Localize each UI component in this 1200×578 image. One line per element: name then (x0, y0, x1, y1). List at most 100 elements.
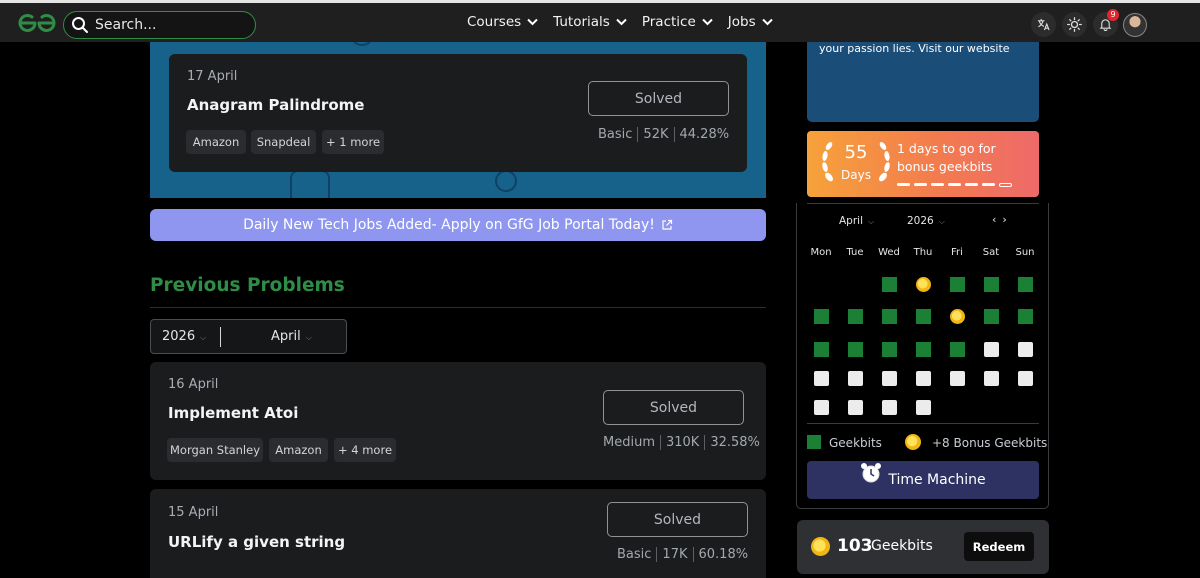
streak-days-label: Days (841, 168, 871, 182)
streak-progress-segment (897, 183, 910, 186)
notification-badge: 9 (1107, 9, 1119, 21)
geekbits-label: Geekbits (871, 538, 933, 554)
month-select[interactable]: April ⌵ (271, 329, 312, 344)
menu-tutorials[interactable]: Tutorials (553, 14, 627, 30)
chevron-left-icon[interactable]: ‹ (992, 213, 1002, 226)
calendar-day-unsolved[interactable] (882, 371, 897, 386)
problem-title[interactable]: Implement Atoi (168, 404, 298, 422)
menu-jobs[interactable]: Jobs (728, 14, 773, 30)
avatar[interactable] (1123, 13, 1147, 37)
divider (807, 203, 1039, 204)
date-filter: 2026 ⌵ April ⌵ (150, 319, 347, 354)
theme-toggle-icon[interactable] (1062, 12, 1087, 37)
problem-card[interactable]: 15 April URLify a given string Solved Ba… (150, 489, 766, 578)
more-tags[interactable]: + 1 more (322, 130, 384, 154)
solved-button[interactable]: Solved (607, 502, 748, 537)
accuracy: 60.18% (692, 547, 754, 562)
company-tag[interactable]: Morgan Stanley (167, 438, 263, 462)
calendar-day-solved[interactable] (1018, 309, 1033, 324)
calendar-year-select[interactable]: 2026 ⌵ (907, 215, 945, 227)
problem-date: 15 April (168, 505, 219, 520)
problem-title[interactable]: URLify a given string (168, 533, 345, 551)
redeem-button[interactable]: Redeem (964, 532, 1034, 561)
calendar-day-solved[interactable] (984, 309, 999, 324)
calendar-day-unsolved[interactable] (814, 371, 829, 386)
info-card[interactable]: your passion lies. Visit our website (807, 42, 1039, 122)
calendar-day-solved[interactable] (848, 309, 863, 324)
calendar-year: 2026 (907, 215, 934, 227)
more-tags[interactable]: + 4 more (334, 438, 396, 462)
calendar-day-unsolved[interactable] (814, 400, 829, 415)
time-machine-button[interactable]: Time Machine (807, 461, 1039, 499)
divider (220, 327, 221, 347)
calendar-day-unsolved[interactable] (916, 371, 931, 386)
calendar-day-solved[interactable] (882, 277, 897, 292)
calendar-day-solved[interactable] (882, 309, 897, 324)
problem-title[interactable]: Anagram Palindrome (187, 96, 364, 114)
bonus-legend-label: +8 Bonus Geekbits (932, 436, 1048, 450)
search-input[interactable]: Search... (63, 11, 256, 39)
calendar-day-solved[interactable] (950, 277, 965, 292)
geekbits-count: 103 (837, 536, 873, 556)
streak-message: 1 days to go for bonus geekbits (897, 141, 996, 174)
chevron-down-icon (616, 18, 627, 26)
calendar-day-unsolved[interactable] (848, 400, 863, 415)
calendar-panel: April ⌵ 2026 ⌵ ‹› Mon Tue Wed Thu Fri Sat Sun Ge… (796, 203, 1049, 509)
calendar-day-unsolved[interactable] (984, 371, 999, 386)
calendar-day-unsolved[interactable] (984, 342, 999, 357)
submissions: 17K (656, 547, 692, 562)
calendar-day-unsolved[interactable] (950, 371, 965, 386)
search-placeholder: Search... (95, 17, 157, 33)
company-tag[interactable]: Amazon (186, 130, 246, 154)
calendar-day-solved[interactable] (1018, 277, 1033, 292)
chevron-down-icon (761, 18, 773, 26)
calendar-day-unsolved[interactable] (916, 400, 931, 415)
menu-label: Courses (467, 14, 522, 30)
translate-icon[interactable] (1031, 12, 1056, 37)
menu-courses[interactable]: Courses (467, 14, 538, 30)
calendar-day-unsolved[interactable] (848, 371, 863, 386)
gfg-logo[interactable] (18, 13, 56, 33)
problem-date: 16 April (168, 377, 219, 392)
featured-problem-card[interactable]: 17 April Anagram Palindrome Amazon Snapd… (169, 54, 747, 172)
calendar-day-solved[interactable] (814, 342, 829, 357)
weekday-label: Wed (878, 247, 900, 258)
calendar-day-unsolved[interactable] (1018, 371, 1033, 386)
calendar-day-solved[interactable] (984, 277, 999, 292)
streak-progress-segment (948, 183, 961, 186)
weekday-label: Thu (913, 247, 933, 258)
menu-practice[interactable]: Practice (642, 14, 713, 30)
calendar-day-solved[interactable] (848, 342, 863, 357)
company-tag[interactable]: Snapdeal (251, 130, 316, 154)
calendar-day-solved[interactable] (916, 309, 931, 324)
jobs-banner[interactable]: Daily New Tech Jobs Added- Apply on GfG … (150, 209, 766, 241)
weekday-label: Fri (951, 247, 963, 258)
problem-date: 17 April (187, 69, 238, 84)
calendar-day-bonus-coin[interactable] (916, 277, 931, 292)
difficulty: Basic (617, 547, 652, 562)
calendar-month-select[interactable]: April ⌵ (839, 215, 874, 227)
calendar-day-unsolved[interactable] (882, 400, 897, 415)
calendar-day-solved[interactable] (814, 309, 829, 324)
problem-of-the-day-banner: 17 April Anagram Palindrome Amazon Snapd… (150, 42, 766, 198)
year-select[interactable]: 2026 ⌵ (162, 329, 206, 344)
menu-label: Tutorials (553, 14, 610, 30)
calendar-day-solved[interactable] (950, 342, 965, 357)
calendar-day-solved[interactable] (882, 342, 897, 357)
chevron-down-icon: ⌵ (938, 217, 945, 226)
chevron-right-icon[interactable]: › (1002, 213, 1012, 226)
accuracy: 44.28% (673, 127, 735, 142)
calendar-day-bonus-coin[interactable] (950, 309, 965, 324)
geekbits-card: 103 Geekbits Redeem (797, 520, 1049, 574)
menu-label: Jobs (727, 14, 756, 30)
streak-progress-segment (999, 183, 1012, 187)
calendar-day-solved[interactable] (916, 342, 931, 357)
calendar-day-unsolved[interactable] (1018, 342, 1033, 357)
solved-button[interactable]: Solved (588, 81, 729, 116)
difficulty: Basic (598, 127, 633, 142)
jobs-banner-text: Daily New Tech Jobs Added- Apply on GfG … (243, 217, 655, 233)
company-tag[interactable]: Amazon (269, 438, 328, 462)
solved-button[interactable]: Solved (603, 390, 744, 425)
problem-card[interactable]: 16 April Implement Atoi Morgan Stanley A… (150, 362, 766, 480)
submissions: 310K (659, 435, 704, 450)
